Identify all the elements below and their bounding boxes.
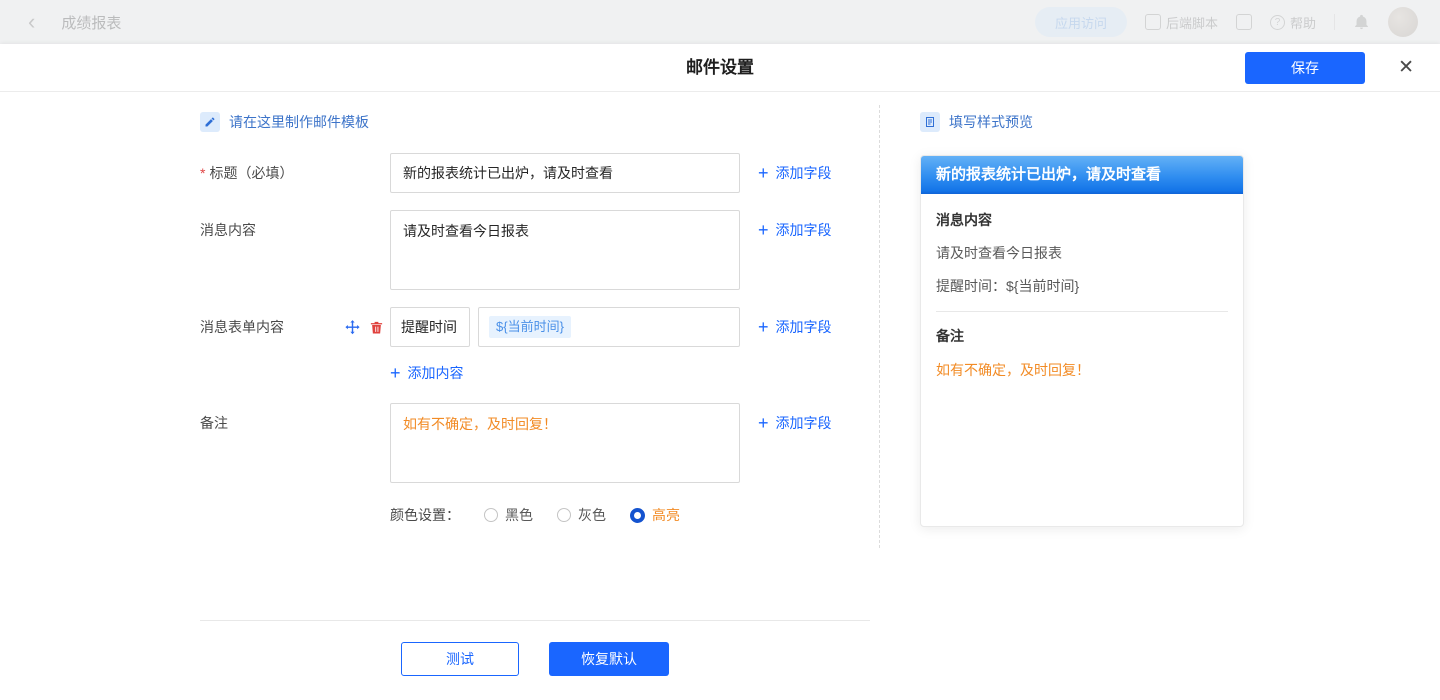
radio-checked-icon[interactable] — [630, 508, 645, 523]
close-icon[interactable]: ✕ — [1398, 57, 1414, 79]
preview-section-title: 填写样式预览 — [949, 112, 1033, 132]
preview-divider — [936, 311, 1228, 312]
topbar-divider — [1334, 14, 1335, 30]
email-settings-modal: 邮件设置 保存 ✕ 请在这里制作邮件模板 *标题（必填） +添加字段 消息内 — [0, 44, 1440, 700]
preview-remark-label: 备注 — [936, 326, 1228, 346]
app-topbar: ‹ 成绩报表 应用访问 后端脚本 ? 帮助 — [0, 0, 1440, 44]
form-field-key-input[interactable] — [390, 307, 470, 347]
modal-header: 邮件设置 保存 ✕ — [0, 44, 1440, 92]
preview-card-title: 新的报表统计已出炉，请及时查看 — [921, 156, 1243, 194]
preview-card-body: 消息内容 请及时查看今日报表 提醒时间：${当前时间} 备注 如有不确定，及时回… — [921, 194, 1243, 396]
restore-default-button[interactable]: 恢复默认 — [549, 642, 669, 676]
content-label: 消息内容 — [200, 210, 256, 250]
move-icon[interactable] — [344, 319, 361, 336]
add-field-link-content[interactable]: +添加字段 — [758, 210, 832, 250]
form-content-label: 消息表单内容 — [200, 307, 284, 347]
radio-gray[interactable]: 灰色 — [557, 505, 606, 525]
preview-time-text: 提醒时间：${当前时间} — [936, 276, 1228, 296]
preview-content-text: 请及时查看今日报表 — [936, 243, 1228, 263]
form-section-header: 请在这里制作邮件模板 — [200, 112, 369, 132]
delete-trash-icon[interactable] — [369, 319, 384, 336]
save-button[interactable]: 保存 — [1245, 52, 1365, 84]
edit-pencil-icon — [200, 112, 220, 132]
plus-icon: + — [758, 221, 769, 239]
add-content-link[interactable]: +添加内容 — [390, 362, 464, 384]
window-icon[interactable] — [1236, 14, 1252, 30]
back-icon[interactable]: ‹ — [28, 0, 35, 44]
add-field-link-form[interactable]: +添加字段 — [758, 307, 832, 347]
modal-body: 请在这里制作邮件模板 *标题（必填） +添加字段 消息内容 请及时查看今日报表 … — [0, 92, 1440, 699]
email-preview-card: 新的报表统计已出炉，请及时查看 消息内容 请及时查看今日报表 提醒时间：${当前… — [920, 155, 1244, 527]
email-template-form: 请在这里制作邮件模板 *标题（必填） +添加字段 消息内容 请及时查看今日报表 … — [200, 92, 870, 699]
add-field-link-remark[interactable]: +添加字段 — [758, 403, 832, 443]
form-divider — [200, 620, 870, 621]
footer-buttons: 测试 恢复默认 — [200, 642, 870, 676]
help-icon: ? — [1270, 15, 1285, 30]
preview-section-header: 填写样式预览 — [920, 112, 1033, 132]
title-input[interactable] — [390, 153, 740, 193]
help-item[interactable]: ? 帮助 — [1270, 13, 1316, 32]
color-settings-label: 颜色设置： — [390, 505, 460, 525]
app-access-button[interactable]: 应用访问 — [1035, 7, 1127, 37]
bell-icon[interactable] — [1353, 13, 1370, 31]
color-settings-row: 颜色设置： 黑色 灰色 高亮 — [390, 505, 680, 525]
app-title: 成绩报表 — [61, 12, 121, 33]
preview-content-label: 消息内容 — [936, 210, 1228, 230]
modal-title: 邮件设置 — [0, 44, 1440, 92]
vertical-divider — [879, 105, 880, 548]
plus-icon: + — [758, 414, 769, 432]
add-field-link-title[interactable]: +添加字段 — [758, 153, 832, 193]
required-mark: * — [200, 165, 205, 181]
test-button[interactable]: 测试 — [401, 642, 519, 676]
radio-highlight[interactable]: 高亮 — [630, 505, 680, 525]
radio-circle-icon[interactable] — [484, 508, 498, 522]
row-action-icons — [344, 307, 384, 347]
plus-icon: + — [390, 364, 401, 382]
radio-black[interactable]: 黑色 — [484, 505, 533, 525]
plus-icon: + — [758, 318, 769, 336]
script-icon — [1145, 14, 1161, 30]
form-section-title: 请在这里制作邮件模板 — [229, 112, 369, 132]
email-settings-screen: ‹ 成绩报表 应用访问 后端脚本 ? 帮助 邮件设置 — [0, 0, 1440, 700]
user-avatar[interactable] — [1388, 7, 1418, 37]
remark-textarea[interactable]: 如有不确定，及时回复！ — [390, 403, 740, 483]
backend-script-item[interactable]: 后端脚本 — [1145, 13, 1218, 32]
title-label: *标题（必填） — [200, 153, 293, 193]
content-textarea[interactable]: 请及时查看今日报表 — [390, 210, 740, 290]
remark-label: 备注 — [200, 403, 228, 443]
form-field-value-input[interactable]: ${当前时间} — [478, 307, 740, 347]
plus-icon: + — [758, 164, 769, 182]
radio-circle-icon[interactable] — [557, 508, 571, 522]
variable-tag[interactable]: ${当前时间} — [489, 316, 571, 338]
preview-remark-text: 如有不确定，及时回复！ — [936, 360, 1228, 380]
preview-document-icon — [920, 112, 940, 132]
